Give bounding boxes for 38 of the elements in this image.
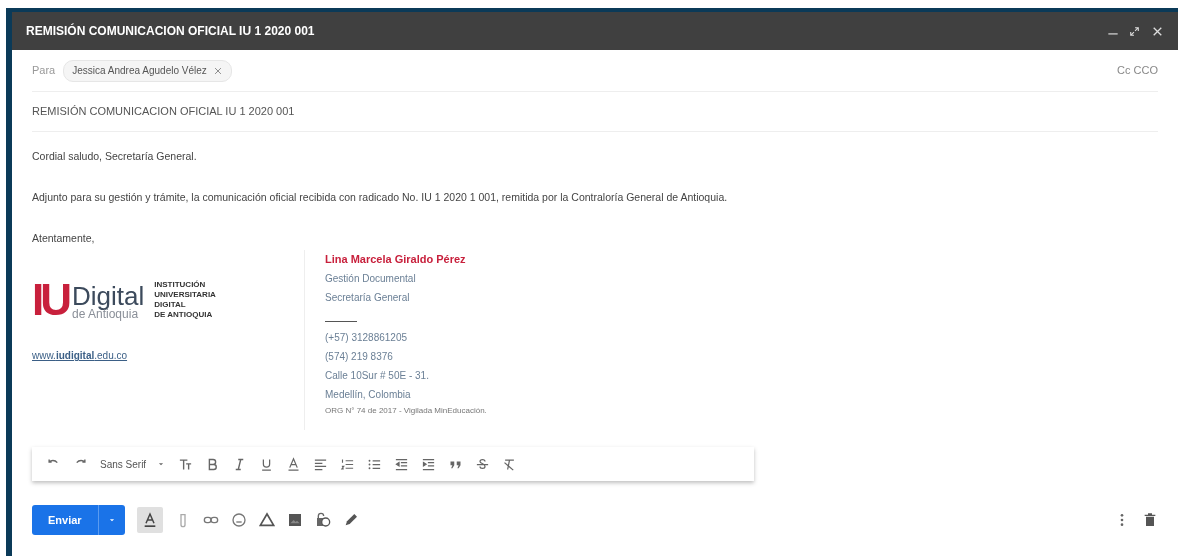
logo-mark: IU — [32, 280, 68, 321]
window-title: REMISIÓN COMUNICACION OFICIAL IU 1 2020 001 — [26, 22, 316, 40]
signature-text: Calle 10Sur # 50E - 31. — [325, 369, 430, 384]
trash-icon[interactable] — [1142, 512, 1158, 529]
logo-tagline: DIGITAL — [154, 300, 187, 311]
signature-text: (574) 219 8376 — [325, 350, 394, 365]
emoji-icon[interactable] — [230, 512, 247, 529]
text-color-icon[interactable] — [286, 456, 302, 472]
signature-text: Gestión Documental — [325, 272, 417, 287]
recipient-chip[interactable]: Jessica Andrea Agudelo Vélez — [63, 59, 232, 82]
triangle-icon[interactable] — [258, 512, 275, 529]
font-dropdown[interactable]: Sans Serif — [100, 456, 167, 472]
signature-name: Lina Marcela Giraldo Pérez — [325, 252, 467, 268]
logo-subtitle: de Antioquia — [72, 308, 139, 321]
logo-tagline: UNIVERSITARIA — [154, 290, 216, 301]
strikethrough-icon[interactable] — [475, 456, 491, 472]
body-paragraph: Atentamente, — [32, 230, 96, 246]
signature-footnote: ORG N° 74 de 2017 - Vigilada MinEducación. — [325, 405, 487, 418]
website-link[interactable]: www.iudigital.edu.co — [32, 348, 128, 364]
signature-text: Medellín, Colombia — [325, 388, 412, 403]
indent-less-icon[interactable] — [394, 456, 410, 472]
signature-text: Secretaría General — [325, 291, 411, 306]
body-paragraph: Cordial saludo, Secretaría General. — [32, 149, 198, 164]
text-size-icon[interactable] — [178, 456, 194, 472]
logo-wordmark: Digital — [72, 284, 145, 309]
to-label: Para — [32, 63, 56, 79]
logo-tagline: INSTITUCIÓN — [154, 280, 207, 291]
photo-icon[interactable] — [286, 512, 303, 529]
format-options-button[interactable] — [136, 507, 163, 534]
indent-more-icon[interactable] — [421, 456, 437, 472]
expand-icon[interactable] — [1128, 24, 1141, 38]
align-icon[interactable] — [313, 456, 329, 472]
cc-bcc-link[interactable]: Cc CCO — [1117, 62, 1158, 79]
lock-clock-icon[interactable] — [314, 512, 331, 529]
logo-tagline: DE ANTIOQUIA — [154, 310, 214, 321]
subject-field[interactable]: REMISIÓN COMUNICACION OFICIAL IU 1 2020 001 — [32, 103, 295, 120]
signature-text: (+57) 3128861205 — [325, 331, 409, 346]
body-paragraph: Adjunto para su gestión y trámite, la comunicación oficial recibida con radicado No. IU 1 2020 1 001, remitida por la Contraloría General de Antioquia. — [32, 189, 729, 205]
